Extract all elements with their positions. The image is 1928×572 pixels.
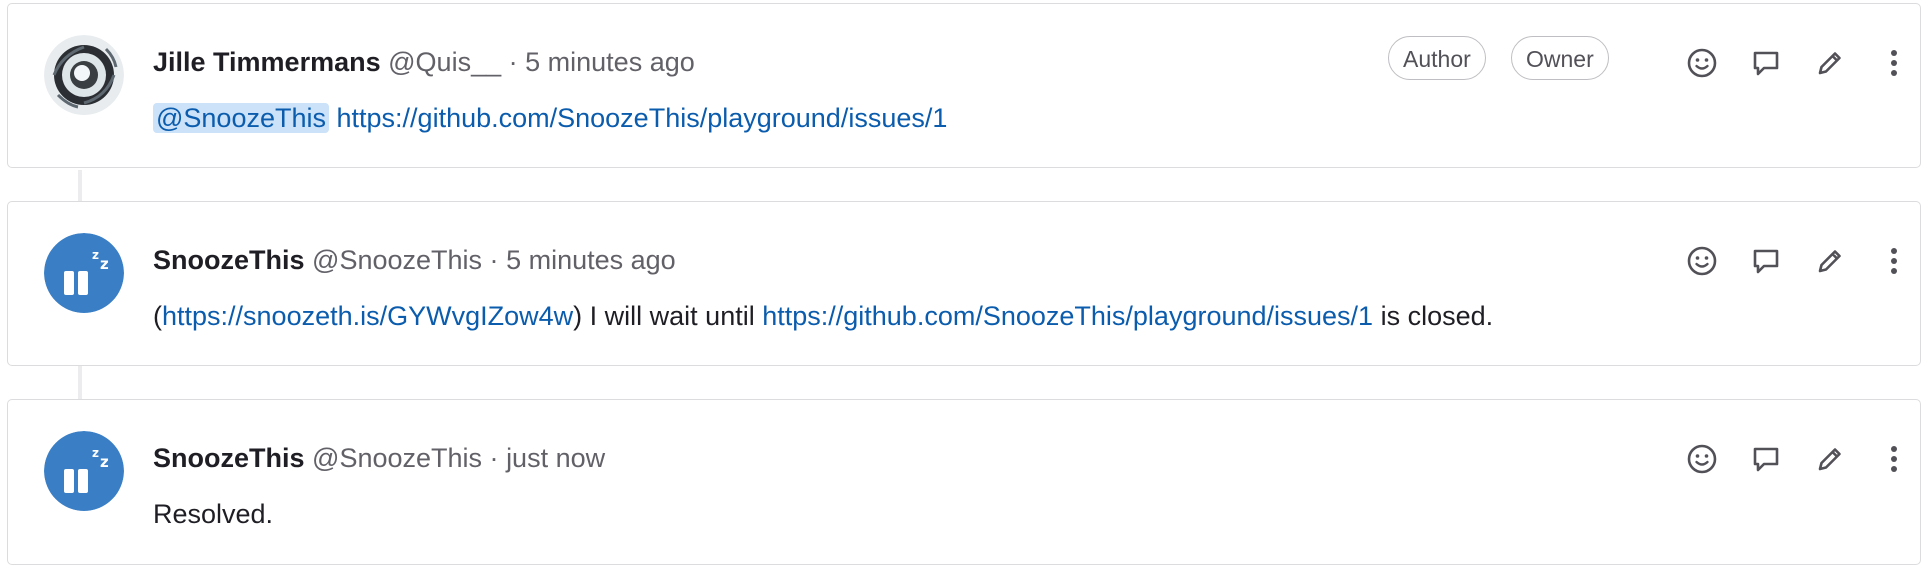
separator: ·: [489, 245, 499, 275]
author-name[interactable]: Jille Timmermans: [153, 47, 381, 77]
note-header: Jille Timmermans @Quis__ · 5 minutes ago: [153, 44, 695, 80]
note-body: @SnoozeThis https://github.com/SnoozeThi…: [153, 100, 947, 136]
body-text: Resolved.: [153, 499, 274, 529]
comment-note: z z SnoozeThis @SnoozeThis · 5 minutes a…: [7, 201, 1921, 366]
edit-button[interactable]: [1808, 41, 1852, 85]
reply-button[interactable]: [1744, 239, 1788, 283]
kebab-menu-icon: [1891, 446, 1897, 472]
author-name[interactable]: SnoozeThis: [153, 245, 305, 275]
reply-button[interactable]: [1744, 41, 1788, 85]
more-actions-button[interactable]: [1872, 239, 1916, 283]
body-text: ) I will wait until: [573, 301, 763, 331]
avatar[interactable]: z z: [44, 431, 124, 511]
svg-text:z: z: [92, 446, 99, 460]
body-text: (: [153, 301, 162, 331]
note-body: Resolved.: [153, 496, 273, 532]
add-reaction-button[interactable]: [1680, 437, 1724, 481]
comment-note: Jille Timmermans @Quis__ · 5 minutes ago…: [7, 3, 1921, 168]
smiley-icon: [1687, 444, 1717, 474]
note-body: (https://snoozeth.is/GYWvgIZow4w) I will…: [153, 298, 1493, 334]
comment-note: z z SnoozeThis @SnoozeThis · just now Re…: [7, 399, 1921, 565]
note-header: SnoozeThis @SnoozeThis · 5 minutes ago: [153, 242, 676, 278]
snooze-link[interactable]: https://snoozeth.is/GYWvgIZow4w: [162, 301, 573, 331]
speech-bubble-icon: [1753, 249, 1779, 274]
note-header: SnoozeThis @SnoozeThis · just now: [153, 440, 605, 476]
smiley-icon: [1687, 246, 1717, 276]
author-badge: Author: [1388, 36, 1486, 80]
smiley-icon: [1687, 48, 1717, 78]
author-handle[interactable]: @Quis__: [388, 47, 501, 77]
add-reaction-button[interactable]: [1680, 239, 1724, 283]
separator: ·: [489, 443, 499, 473]
more-actions-button[interactable]: [1872, 437, 1916, 481]
speech-bubble-icon: [1753, 447, 1779, 472]
edit-button[interactable]: [1808, 437, 1852, 481]
avatar[interactable]: z z: [44, 233, 124, 313]
reply-button[interactable]: [1744, 437, 1788, 481]
timestamp[interactable]: 5 minutes ago: [525, 47, 695, 77]
svg-text:z: z: [92, 248, 99, 262]
pencil-icon: [1818, 448, 1841, 471]
note-actions: [1680, 437, 1920, 481]
author-handle[interactable]: @SnoozeThis: [312, 443, 482, 473]
timestamp[interactable]: 5 minutes ago: [506, 245, 676, 275]
kebab-menu-icon: [1891, 248, 1897, 274]
timestamp[interactable]: just now: [506, 443, 605, 473]
svg-text:z: z: [100, 453, 109, 471]
note-actions: [1680, 239, 1920, 283]
issue-link[interactable]: https://github.com/SnoozeThis/playground…: [762, 301, 1373, 331]
separator: ·: [508, 47, 518, 77]
note-actions: [1680, 41, 1920, 85]
user-mention[interactable]: @SnoozeThis: [153, 103, 329, 133]
kebab-menu-icon: [1891, 50, 1897, 76]
issue-link[interactable]: https://github.com/SnoozeThis/playground…: [337, 103, 948, 133]
edit-button[interactable]: [1808, 239, 1852, 283]
more-actions-button[interactable]: [1872, 41, 1916, 85]
pencil-icon: [1818, 250, 1841, 273]
body-text: is closed.: [1373, 301, 1494, 331]
speech-bubble-icon: [1753, 51, 1779, 76]
avatar[interactable]: [44, 35, 124, 115]
add-reaction-button[interactable]: [1680, 41, 1724, 85]
author-name[interactable]: SnoozeThis: [153, 443, 305, 473]
svg-text:z: z: [100, 255, 109, 273]
owner-badge: Owner: [1511, 36, 1609, 80]
author-handle[interactable]: @SnoozeThis: [312, 245, 482, 275]
pencil-icon: [1818, 52, 1841, 75]
